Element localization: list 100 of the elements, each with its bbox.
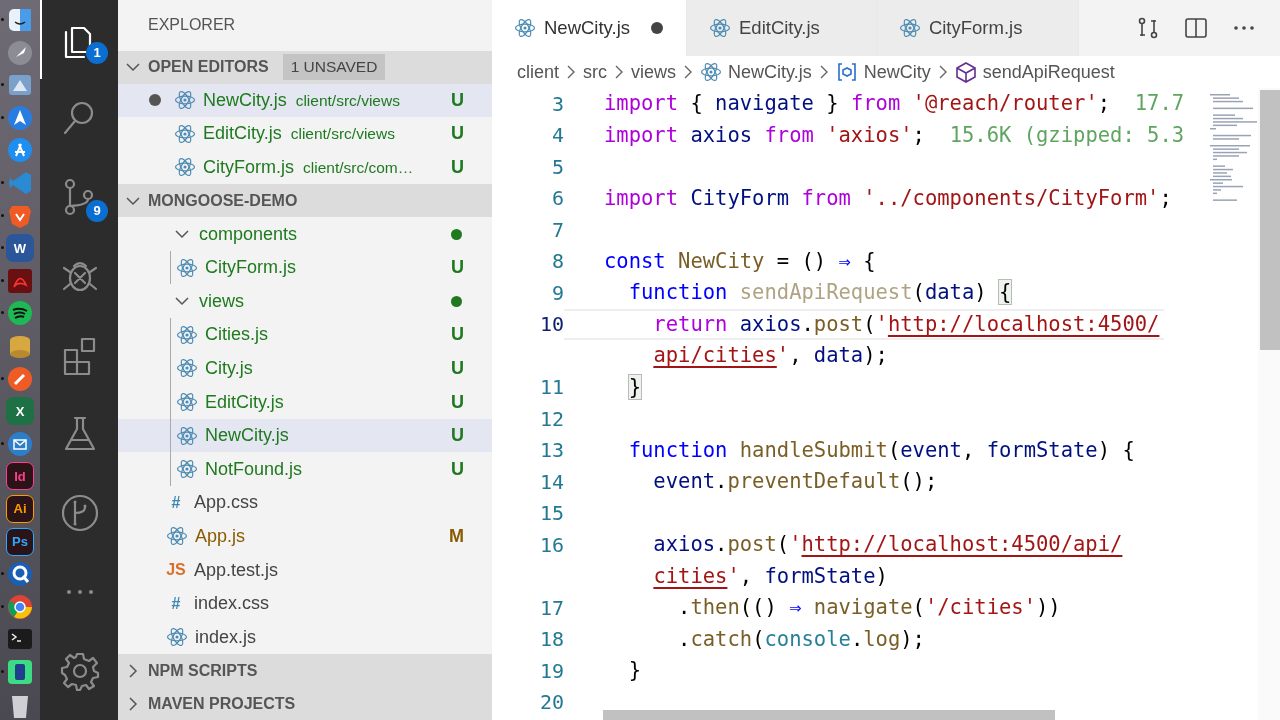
editor-tab[interactable]: EditCity.js [687,0,877,56]
line-number: 8 [550,248,564,276]
count-badge: 1 [86,42,108,64]
line-number: 17 [538,594,564,622]
section-title: MAVEN PROJECTS [148,693,296,714]
code-line: .then(() ⇒ navigate('/cities')) [677,594,1061,622]
breadcrumb-item[interactable]: NewCity.js [728,58,812,86]
folder-item[interactable]: components [118,217,492,251]
count-badge: 9 [86,200,108,223]
open-editor-item[interactable]: EditCity.js client/src/views U [118,117,492,151]
breadcrumb-item[interactable]: views [631,58,677,86]
react-icon [166,626,188,649]
react-icon [174,89,196,112]
react-icon [176,391,198,414]
react-icon [176,323,198,346]
react-icon [174,122,196,145]
code-line: function sendApiRequest(data) { [627,279,1012,307]
react-icon [700,61,723,83]
react-icon [176,357,198,380]
finder-icon[interactable] [6,6,34,34]
file-item[interactable]: JS App.test.js [118,553,492,587]
react-icon [176,424,198,447]
app-icon[interactable]: X [6,397,34,426]
code-line: .catch(console.log); [677,625,925,653]
app-store-icon[interactable] [6,136,34,165]
code-line: function handleSubmit(event, formState) { [627,436,1135,464]
react-icon [898,17,921,39]
code-line: const NewCity = () ⇒ { [604,247,876,275]
react-icon [176,458,198,481]
section-header[interactable]: OPEN EDITORS 1 UNSAVED [118,50,492,84]
phone-icon[interactable] [6,657,34,686]
editor-tab[interactable]: NewCity.js [492,0,687,56]
scrollbar-thumb[interactable] [1260,90,1280,350]
react-icon [709,17,731,39]
unsaved-count: 1 UNSAVED [282,54,386,80]
section-title: MONGOOSE-DEMO [148,190,298,211]
breadcrumb-item[interactable]: sendApiRequest [982,58,1115,86]
paper-plane-icon[interactable] [6,103,34,132]
folder-item[interactable]: views [118,284,492,319]
compare-icon[interactable] [1136,16,1160,40]
line-number: 18 [538,626,564,654]
split-editor-icon[interactable] [1184,16,1208,40]
code-line: axios.post('http://localhost:4500/api/ [652,531,1123,559]
section-title: NPM SCRIPTS [148,660,258,681]
app-icon[interactable]: Ai [6,494,34,523]
section-header[interactable]: NPM SCRIPTS [118,654,492,687]
open-editor-item[interactable]: NewCity.js client/src/views U [118,83,492,118]
line-number: 10 [538,311,564,339]
line-number: 14 [538,468,564,496]
unsaved-dot-icon [148,93,162,108]
cube-icon [954,61,977,83]
code-line: import axios from 'axios'; 15.6K (gzipped: 5.3 [604,121,1185,149]
line-number: 12 [538,405,564,433]
hash-icon: # [164,490,188,515]
file-item[interactable]: # index.css [118,586,492,621]
breadcrumb-item[interactable]: src [583,58,608,86]
line-number: 9 [550,279,564,307]
line-number: 15 [538,500,564,528]
variable-icon [835,61,858,83]
line-number: 13 [538,437,564,465]
scrollbar-thumb[interactable] [603,710,1055,720]
open-editor-item[interactable]: CityForm.js client/src/com… U [118,150,492,185]
react-icon [174,156,196,179]
section-title: OPEN EDITORS [148,57,269,77]
breadcrumb-item[interactable]: client [517,58,560,86]
unsaved-dot-icon [650,21,664,35]
line-number: 5 [550,153,564,181]
breadcrumb-item[interactable]: NewCity [863,58,931,86]
code-line: event.preventDefault(); [652,468,938,496]
editor-tab[interactable]: CityForm.js [876,0,1080,56]
file-item[interactable]: index.js [118,620,492,654]
panel-title: EXPLORER [147,15,237,36]
browser-icon[interactable] [6,592,34,621]
code-line: return axios.post('http://localhost:4500/ [652,310,1160,338]
code-line: api/cities', data); [652,342,888,370]
section-header[interactable]: MONGOOSE-DEMO [118,184,492,218]
line-number: 20 [538,689,564,717]
code-line: import { navigate } from '@reach/router'; 17.7 [604,90,1185,118]
app-icon[interactable]: Id [6,462,34,491]
line-number: 19 [538,657,564,685]
react-icon [166,525,188,548]
file-item[interactable]: # App.css [118,486,492,520]
settings-icon[interactable] [60,651,100,694]
line-number: 4 [550,122,564,150]
magnifier-icon[interactable] [6,560,34,589]
app-icon[interactable]: Ps [6,527,34,556]
line-number: 16 [538,531,564,559]
react-icon [514,17,536,39]
file-item[interactable]: NewCity.js U [118,418,492,453]
app-icon[interactable]: W [6,234,34,263]
sound-waves-icon[interactable] [6,299,34,328]
line-number: 7 [550,216,564,244]
code-line: cities', formState) [652,562,888,590]
react-icon [176,256,198,279]
envelope-icon[interactable] [6,429,34,458]
hash-icon: # [164,591,188,616]
file-item[interactable]: App.js M [118,519,492,554]
line-number: 11 [538,374,564,402]
js-icon: JS [164,558,188,582]
section-header[interactable]: MAVEN PROJECTS [118,687,492,720]
